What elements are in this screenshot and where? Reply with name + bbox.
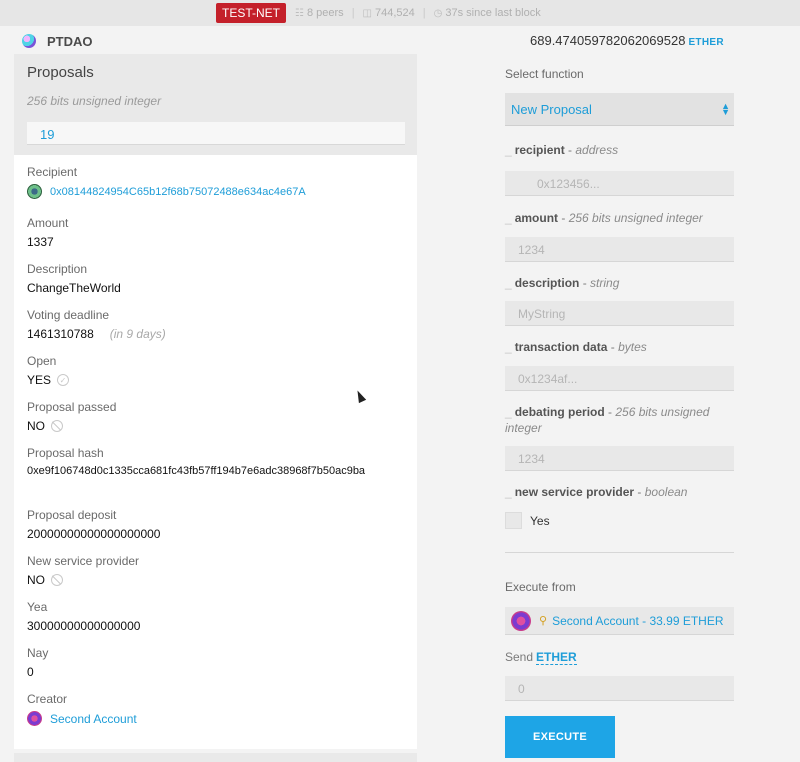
field-voting-deadline: Voting deadline 1461310788 (in 9 days) xyxy=(27,308,166,341)
description-input[interactable]: MyString xyxy=(505,301,734,326)
execute-from-label: Execute from xyxy=(505,580,576,594)
transaction-data-input[interactable]: 0x1234af... xyxy=(505,366,734,391)
field-creator: Creator Second Account xyxy=(27,692,137,726)
send-label: Send ETHER xyxy=(505,650,577,665)
field-proposal-deposit: Proposal deposit 20000000000000000000 xyxy=(27,508,161,541)
contract-balance: 689.474059782062069528 ETHER xyxy=(530,33,724,48)
block-stat: ◫ 744,524 xyxy=(362,7,415,19)
field-description: Description ChangeTheWorld xyxy=(27,262,121,295)
recipient-identicon xyxy=(27,184,42,199)
amount-input[interactable]: 1234 xyxy=(505,237,734,262)
send-unit-toggle[interactable]: ETHER xyxy=(536,650,577,665)
check-circle-icon: ✓ xyxy=(57,374,70,386)
proposals-input-type: 256 bits unsigned integer xyxy=(27,94,162,108)
field-yea: Yea 30000000000000000 xyxy=(27,600,141,633)
function-select[interactable]: New Proposal ▲ ▼ xyxy=(505,93,734,126)
creator-account-link[interactable]: Second Account xyxy=(50,712,137,726)
new-service-provider-checkbox[interactable] xyxy=(505,512,522,529)
deadline-relative: (in 9 days) xyxy=(109,327,166,341)
param-debating-period-label: _ debating period - 256 bits unsigned int… xyxy=(505,405,710,435)
field-new-service-provider: New service provider NO xyxy=(27,554,140,587)
param-recipient-label: _ recipient - address xyxy=(505,143,619,157)
execute-from-select[interactable]: ⚲ Second Account - 33.99 ETHER xyxy=(505,607,734,635)
contract-name[interactable]: PTDAO xyxy=(47,34,93,49)
debating-period-input[interactable]: 1234 xyxy=(505,446,734,471)
proposal-details: Recipient 0x08144824954C65b12f68b7507248… xyxy=(14,155,417,749)
param-new-service-provider-label: _ new service provider - boolean xyxy=(505,485,688,499)
account-identicon xyxy=(511,610,531,631)
key-icon: ⚲ xyxy=(539,615,548,627)
field-amount: Amount 1337 xyxy=(27,216,69,249)
param-description-label: _ description - string xyxy=(505,276,620,290)
creator-identicon xyxy=(27,711,42,726)
field-proposal-hash: Proposal hash 0xe9f106748d0c1335cca681fc… xyxy=(27,446,366,477)
balance-unit[interactable]: ETHER xyxy=(688,37,723,48)
prohibited-icon xyxy=(51,420,63,432)
send-amount-input[interactable]: 0 xyxy=(505,676,734,701)
proposal-id-input[interactable]: 19 xyxy=(27,122,405,145)
param-amount-label: _ amount - 256 bits unsigned integer xyxy=(505,211,703,225)
proposals-title: Proposals xyxy=(27,64,94,81)
block-time-stat: ◷ 37s since last block xyxy=(433,7,541,19)
field-open: Open YES ✓ xyxy=(27,354,70,387)
peers-icon: ☷ xyxy=(295,7,304,19)
param-transaction-data-label: _ transaction data - bytes xyxy=(505,340,647,354)
prohibited-icon xyxy=(51,574,63,586)
recipient-address-link[interactable]: 0x08144824954C65b12f68b75072488e634ac4e6… xyxy=(50,186,306,198)
clock-icon: ◷ xyxy=(433,7,443,19)
field-proposal-passed: Proposal passed NO xyxy=(27,400,117,433)
checkbox-label: Yes xyxy=(530,514,550,528)
divider xyxy=(505,552,734,553)
proposals-header: Proposals 256 bits unsigned integer 19 xyxy=(14,54,417,155)
select-function-label: Select function xyxy=(505,67,584,81)
network-badge: TEST-NET xyxy=(216,3,287,23)
field-recipient: Recipient 0x08144824954C65b12f68b7507248… xyxy=(27,165,306,199)
peers-stat: ☷ 8 peers xyxy=(295,7,344,19)
status-bar: TEST-NET ☷ 8 peers | ◫ 744,524 | ◷ 37s sinc… xyxy=(0,0,800,26)
block-icon: ◫ xyxy=(362,7,372,19)
execute-button[interactable]: EXECUTE xyxy=(505,716,615,758)
panel-footer xyxy=(14,753,417,762)
field-nay: Nay 0 xyxy=(27,646,49,679)
recipient-input[interactable]: 0x123456... xyxy=(505,171,734,196)
select-caret-icon: ▲ ▼ xyxy=(721,101,730,117)
contract-identicon xyxy=(22,34,36,48)
